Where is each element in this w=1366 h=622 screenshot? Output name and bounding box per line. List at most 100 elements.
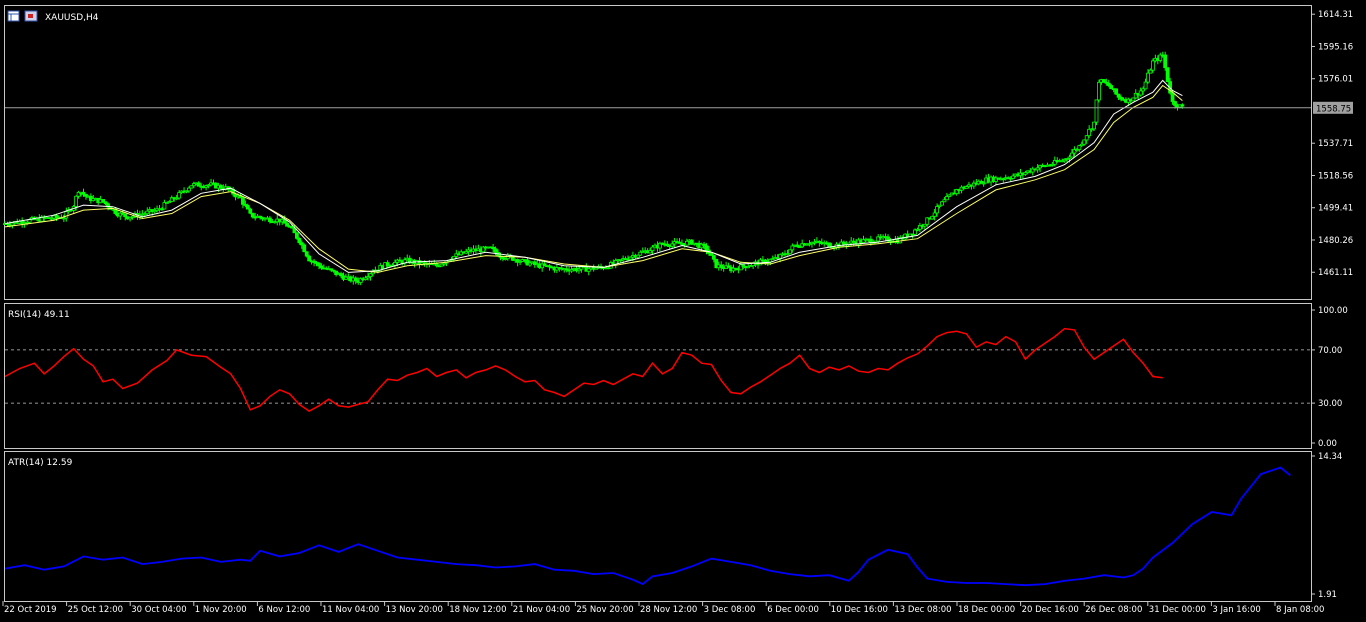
time-tick-label: 30 Oct 04:00 bbox=[131, 605, 186, 615]
time-tick-label: 8 Jan 08:00 bbox=[1276, 605, 1324, 615]
price-tick-label: 1614.31 bbox=[1318, 10, 1353, 20]
price-tick-label: 1480.26 bbox=[1318, 236, 1353, 246]
time-tick-label: 11 Nov 04:00 bbox=[322, 605, 379, 615]
candle-body bbox=[932, 212, 937, 217]
rsi-tick-label: 0.00 bbox=[1318, 439, 1337, 449]
candle-body bbox=[1097, 81, 1101, 101]
candle-body bbox=[177, 192, 182, 199]
candle-body bbox=[1084, 135, 1089, 141]
time-tick-label: 28 Nov 12:00 bbox=[640, 605, 697, 615]
time-tick-label: 26 Dec 08:00 bbox=[1085, 605, 1142, 615]
candle-body bbox=[74, 195, 79, 207]
atr-line bbox=[4, 466, 1291, 587]
candle-body bbox=[297, 237, 302, 244]
candle-body bbox=[1163, 54, 1168, 69]
price-axis: 1558.75 1614.31 1595.16 1576.01 1537.71 1518.… bbox=[1311, 10, 1353, 278]
candle-body bbox=[218, 184, 223, 189]
time-tick-label: 3 Jan 16:00 bbox=[1212, 605, 1260, 615]
candle-body bbox=[268, 217, 272, 223]
time-tick-label: 13 Nov 20:00 bbox=[386, 605, 443, 615]
rsi-line bbox=[4, 327, 1163, 412]
candle-body bbox=[317, 262, 321, 267]
rsi-tick-label: 100.00 bbox=[1318, 306, 1348, 316]
chart-canvas[interactable]: XAUUSD,H4 1558.751614.311595.161576.0115… bbox=[0, 0, 1366, 622]
price-tick-label: 1576.01 bbox=[1318, 75, 1353, 85]
time-tick-label: 20 Dec 16:00 bbox=[1022, 605, 1079, 615]
candle-body bbox=[704, 245, 709, 251]
candle-body bbox=[944, 196, 949, 201]
candle-body bbox=[187, 187, 191, 192]
price-tick-label: 1518.56 bbox=[1318, 171, 1353, 181]
candle-body bbox=[650, 246, 655, 252]
candle-body bbox=[1138, 90, 1143, 96]
candle-body bbox=[788, 249, 792, 255]
candle-body bbox=[935, 206, 939, 214]
candle-body bbox=[241, 197, 245, 205]
time-tick-label: 13 Dec 08:00 bbox=[894, 605, 951, 615]
candle-body bbox=[940, 201, 944, 206]
candle-body bbox=[1092, 121, 1096, 130]
candle-body bbox=[1131, 97, 1136, 102]
candle-body bbox=[711, 255, 716, 260]
candle-body bbox=[385, 262, 390, 266]
candle-body bbox=[1116, 93, 1121, 98]
candle-body bbox=[1077, 145, 1082, 150]
candle-body bbox=[353, 277, 358, 282]
candle-body bbox=[827, 242, 832, 248]
time-tick-label: 10 Dec 16:00 bbox=[831, 605, 888, 615]
price-tick-label: 1595.16 bbox=[1318, 42, 1353, 52]
candle-body bbox=[1114, 88, 1119, 95]
rsi-tick-label: 70.00 bbox=[1318, 346, 1342, 356]
candle-body bbox=[719, 264, 724, 268]
time-tick-label: 25 Nov 20:00 bbox=[576, 605, 633, 615]
time-tick-label: 21 Nov 04:00 bbox=[513, 605, 570, 615]
time-tick-label: 3 Dec 08:00 bbox=[704, 605, 756, 615]
candle-body bbox=[285, 222, 289, 227]
candle-body bbox=[1087, 128, 1092, 137]
atr-tick-label: 1.91 bbox=[1318, 590, 1337, 600]
candle-body bbox=[368, 273, 373, 278]
candle-body bbox=[790, 245, 795, 251]
chart-window-icon[interactable] bbox=[7, 10, 20, 22]
candle-body bbox=[393, 262, 397, 266]
time-tick-label: 31 Dec 00:00 bbox=[1149, 605, 1206, 615]
candle-body bbox=[1165, 67, 1170, 82]
price-tick-label: 1461.11 bbox=[1318, 268, 1353, 278]
candle-body bbox=[294, 232, 299, 239]
candle-body bbox=[1148, 69, 1153, 74]
time-tick-label: 18 Dec 00:00 bbox=[958, 605, 1015, 615]
candle-body bbox=[196, 182, 201, 187]
rsi-pane-frame bbox=[4, 303, 1312, 449]
candle-body bbox=[307, 255, 312, 262]
candle-body bbox=[1180, 104, 1185, 107]
candle-body bbox=[250, 212, 255, 218]
candle-body bbox=[1173, 101, 1177, 106]
candle-body bbox=[1146, 72, 1150, 83]
candle-body bbox=[1082, 139, 1087, 145]
rsi-axis: 100.00 70.00 30.00 0.00 bbox=[1311, 306, 1348, 449]
price-tick-label: 1537.71 bbox=[1318, 139, 1353, 149]
time-tick-label: 22 Oct 2019 bbox=[4, 605, 57, 615]
candle-body bbox=[1070, 152, 1074, 158]
time-tick-label: 25 Oct 12:00 bbox=[68, 605, 123, 615]
candle-body bbox=[304, 251, 309, 257]
atr-pane-frame bbox=[4, 451, 1312, 602]
time-tick-label: 6 Nov 12:00 bbox=[258, 605, 310, 615]
candle-body bbox=[302, 244, 307, 253]
candle-body bbox=[1143, 81, 1148, 90]
rsi-plot bbox=[4, 327, 1311, 412]
current-price-label: 1558.75 bbox=[1316, 104, 1351, 114]
price-tick-label: 1499.41 bbox=[1318, 204, 1353, 214]
rsi-tick-label: 30.00 bbox=[1318, 399, 1342, 409]
candle-body bbox=[1101, 79, 1106, 83]
atr-plot bbox=[4, 466, 1291, 587]
time-tick-label: 1 Nov 20:00 bbox=[195, 605, 247, 615]
time-tick-label: 6 Dec 00:00 bbox=[767, 605, 819, 615]
candle-body bbox=[245, 205, 250, 210]
candle-body bbox=[1109, 85, 1114, 90]
atr-title: ATR(14) 12.59 bbox=[8, 458, 73, 468]
atr-axis: 14.34 1.91 bbox=[1311, 452, 1342, 600]
candle-body bbox=[1094, 99, 1099, 123]
time-axis: 22 Oct 2019 25 Oct 12:00 30 Oct 04:00 1 Nov… bbox=[2, 601, 1324, 615]
chart-list-icon[interactable] bbox=[24, 10, 38, 22]
